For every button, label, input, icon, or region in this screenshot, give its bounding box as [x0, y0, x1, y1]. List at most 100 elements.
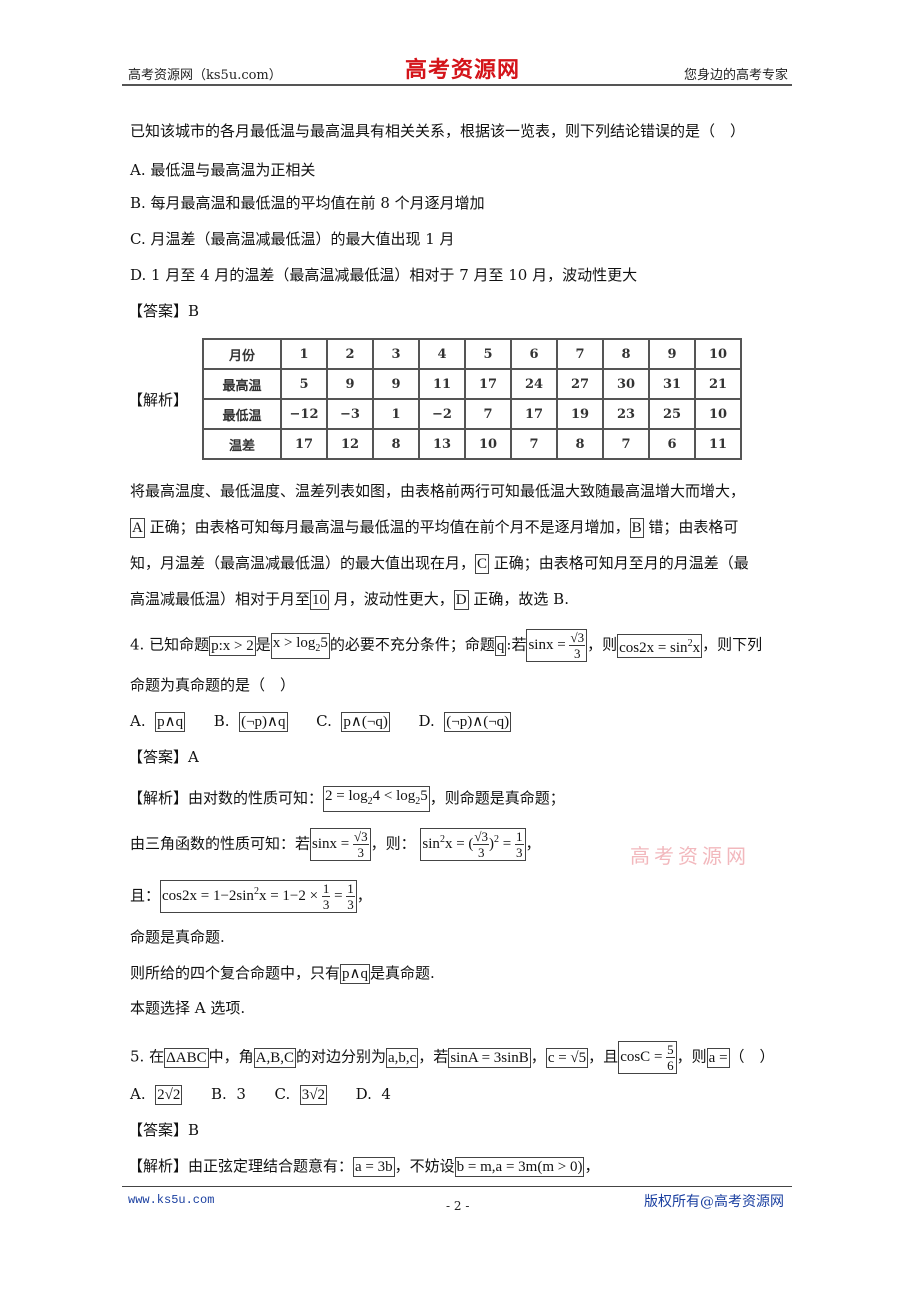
math-box: b = m,a = 3m(m > 0)	[454, 1157, 585, 1177]
q4-analysis-line-3: 且： cos2x = 1−2sin2x = 1−2 × 13 = 1 3，	[130, 880, 372, 913]
table-cell: 4	[418, 338, 466, 370]
math-box: p∧(¬q)	[341, 712, 390, 732]
math-box: p∧q	[155, 712, 186, 732]
q3-analysis-line-1: 将最高温度、最低温度、温差列表如图，由表格前两行可知最低温大致随最高温增大而增大…	[130, 482, 746, 500]
table-row-header: 最低温	[202, 398, 282, 430]
math-box: D	[453, 590, 469, 610]
temperature-table: 月份 1 2 3 4 5 6 7 8 9 10 最高温 5 9 9 11 17 24 27 30 31 21 最低温 −12−…	[202, 338, 742, 460]
q4-stem-line-2: 命题为真命题的是（ ）	[130, 676, 296, 694]
math-box: sinA = 3sinB	[448, 1047, 531, 1068]
q4-stem-line-1: 4. 已知命题 p:x > 2是x > log25 的必要不充分条件；命题 q:若 si…	[130, 629, 763, 662]
math-box: a =	[706, 1047, 730, 1068]
q3-option-c: C. 月温差（最高温减最低温）的最大值出现 1 月	[130, 230, 455, 248]
table-cell: 19	[556, 398, 604, 430]
math-box: C	[475, 554, 490, 574]
q3-analysis-line-4: 高温减最低温）相对于月至 10 月，波动性更大， D 正确，故选 B.	[130, 590, 569, 610]
math-box: p:x > 2	[209, 635, 256, 656]
table-cell: 11	[418, 368, 466, 400]
table-cell: 5	[280, 368, 328, 400]
header-divider	[122, 84, 792, 86]
q4-answer: 【答案】A	[128, 748, 199, 766]
watermark: 高考资源网	[630, 844, 750, 868]
table-cell: −12	[280, 398, 328, 430]
table-cell: 1	[372, 398, 420, 430]
q4-analysis-line-1: 【解析】由对数的性质可知： 2 = log24 < log25 ，则命题是真命题；	[128, 786, 565, 812]
table-cell: 1	[280, 338, 328, 370]
table-cell: 10	[694, 398, 742, 430]
table-cell: 9	[372, 368, 420, 400]
table-cell: 10	[694, 338, 742, 370]
table-cell: 8	[602, 338, 650, 370]
table-cell: 8	[556, 428, 604, 460]
math-box: sinx = √3 3	[310, 828, 371, 861]
q3-analysis-label: 【解析】	[128, 391, 189, 409]
math-box: sinx = √3 3	[526, 629, 588, 662]
table-cell: 31	[648, 368, 696, 400]
q4-options: A. p∧q B. (¬p)∧q C. p∧(¬q) D. (¬p)∧(¬q)	[130, 712, 512, 732]
table-row: 温差 17 12 8 13 10 7 8 7 6 11	[202, 428, 742, 460]
math-box: q	[494, 635, 507, 656]
header-site-name: 高考资源网（ks5u.com）	[128, 68, 282, 83]
math-box: 3√2	[299, 1085, 327, 1105]
table-cell: 7	[510, 428, 558, 460]
table-cell: 13	[418, 428, 466, 460]
q5-answer: 【答案】B	[128, 1121, 200, 1139]
math-box: cos2x = 1−2sin2x = 1−2 × 13 = 13	[160, 880, 357, 913]
q3-option-b: B. 每月最高温和最低温的平均值在前 8 个月逐月增加	[130, 194, 485, 212]
table-row: 最高温 5 9 9 11 17 24 27 30 31 21	[202, 368, 742, 400]
table-row-header: 月份	[202, 338, 282, 370]
table-cell: 12	[326, 428, 374, 460]
q3-option-a: A. 最低温与最高温为正相关	[130, 161, 316, 179]
table-cell: 10	[464, 428, 512, 460]
math-box: p∧q	[340, 964, 370, 984]
table-cell: 27	[556, 368, 604, 400]
table-cell: −3	[326, 398, 374, 430]
math-box: (¬p)∧q	[239, 712, 288, 732]
table-cell: 21	[694, 368, 742, 400]
table-cell: 2	[326, 338, 374, 370]
table-cell: 30	[602, 368, 650, 400]
math-box: A,B,C	[253, 1047, 296, 1068]
footer-copyright: 版权所有@高考资源网	[644, 1194, 784, 1210]
q5-analysis-line-1: 【解析】由正弦定理结合题意有： a = 3b ，不妨设 b = m,a = 3m(m …	[128, 1157, 600, 1177]
q3-option-d: D. 1 月至 4 月的温差（最高温减最低温）相对于 7 月至 10 月，波动性…	[130, 266, 638, 284]
q4-analysis-line-4: 命题是真命题.	[130, 928, 225, 946]
math-box: 10	[310, 590, 330, 610]
table-row: 最低温 −12 −3 1 −2 7 17 19 23 25 10	[202, 398, 742, 430]
table-cell: 25	[648, 398, 696, 430]
table-cell: 6	[510, 338, 558, 370]
math-box: 2√2	[155, 1085, 183, 1105]
math-box: B	[629, 518, 644, 538]
table-cell: 23	[602, 398, 650, 430]
table-cell: 11	[694, 428, 742, 460]
q3-analysis-line-3: 知，月温差（最高温减最低温）的最大值出现在月， C 正确；由表格可知月至月的月温差…	[130, 554, 749, 574]
table-cell: 17	[510, 398, 558, 430]
table-cell: 7	[556, 338, 604, 370]
math-box: A	[130, 518, 145, 538]
q4-analysis-line-6: 本题选择 A 选项.	[130, 999, 246, 1017]
table-cell: 17	[464, 368, 512, 400]
footer-url-link[interactable]: www.ks5u.com	[128, 1193, 214, 1207]
q3-answer: 【答案】B	[128, 302, 200, 320]
math-box: sin2x = (√3 3)2 = 13	[420, 828, 526, 861]
table-cell: 7	[464, 398, 512, 430]
table-cell: 3	[372, 338, 420, 370]
math-box: 2 = log24 < log25	[323, 786, 430, 812]
q5-options: A. 2√2 B. 3 C. 3√2 D. 4	[130, 1085, 391, 1105]
table-cell: 6	[648, 428, 696, 460]
q4-analysis-line-2: 由三角函数的性质可知：若 sinx = √3 3 ，则： sin2x = (√3 3)2…	[130, 828, 541, 861]
math-box: cosC = 56	[618, 1041, 677, 1074]
page-number: - 2 -	[446, 1199, 470, 1213]
table-cell: 24	[510, 368, 558, 400]
q3-stem: 已知该城市的各月最低温与最高温具有相关关系，根据该一览表，则下列结论错误的是（ …	[130, 122, 746, 140]
table-row-header: 温差	[202, 428, 282, 460]
header-slogan: 您身边的高考专家	[683, 68, 788, 83]
q3-analysis-line-2: A 正确；由表格可知每月最高温与最低温的平均值在前个月不是逐月增加， B 错；由表…	[130, 518, 739, 538]
footer-divider	[122, 1186, 792, 1187]
table-row-header: 最高温	[202, 368, 282, 400]
table-cell: 8	[372, 428, 420, 460]
header-logo: 高考资源网	[405, 57, 521, 83]
q4-analysis-line-5: 则所给的四个复合命题中，只有 p∧q 是真命题.	[130, 964, 435, 984]
q5-stem: 5. 在 ΔABC 中，角 A,B,C 的对边分别为 a,b,c ，若 sinA = 3sin…	[130, 1041, 775, 1074]
math-box: x > log25	[270, 632, 330, 659]
